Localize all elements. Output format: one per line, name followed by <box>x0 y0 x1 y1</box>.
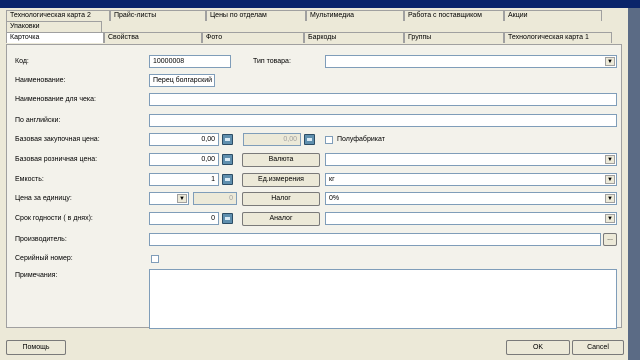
row-base-retail: Базовая розничная цена: 0,00 Валюта ▼ <box>7 153 623 167</box>
tab-photo[interactable]: Фото <box>202 32 304 43</box>
unit-select[interactable]: кг ▼ <box>325 173 617 186</box>
receipt-name-input[interactable] <box>149 93 617 106</box>
product-type-label: Тип товара: <box>253 58 291 65</box>
shelf-life-input[interactable]: 0 <box>149 212 219 225</box>
semi-product-label: Полуфабрикат <box>337 136 385 143</box>
tab-properties[interactable]: Свойства <box>104 32 202 43</box>
cancel-button[interactable]: Cancel <box>572 340 624 355</box>
unit-value: кг <box>329 176 335 183</box>
tab-barcodes[interactable]: Баркоды <box>304 32 404 43</box>
analog-select[interactable]: ▼ <box>325 212 617 225</box>
tab-row-top: Технологическая карта 2 Прайс-листы Цены… <box>6 10 602 21</box>
unit-price-select[interactable]: ▼ <box>149 192 189 205</box>
calculator-icon[interactable] <box>304 134 315 145</box>
tax-button[interactable]: Налог <box>242 192 320 206</box>
background-window <box>628 8 640 360</box>
calculator-icon[interactable] <box>222 134 233 145</box>
notes-label: Примечания: <box>15 272 58 279</box>
tab-groups[interactable]: Группы <box>404 32 504 43</box>
ok-button[interactable]: OK <box>506 340 570 355</box>
chevron-down-icon[interactable]: ▼ <box>605 194 615 203</box>
product-type-select[interactable]: ▼ <box>325 55 617 68</box>
english-name-input[interactable] <box>149 114 617 127</box>
footer-bar: Помощь OK Cancel <box>0 338 628 360</box>
currency-button[interactable]: Валюта <box>242 153 320 167</box>
card-panel: Код: 10000008 Тип товара: ▼ Наименование… <box>6 44 623 329</box>
base-purchase-label: Базовая закупочная цена: <box>15 136 100 143</box>
unit-price-label: Цена за единицу: <box>15 195 72 202</box>
product-card-dialog: Технологическая карта 2 Прайс-листы Цены… <box>0 8 628 360</box>
code-input[interactable]: 10000008 <box>149 55 231 68</box>
chevron-down-icon[interactable]: ▼ <box>605 175 615 184</box>
chevron-down-icon[interactable]: ▼ <box>605 57 615 66</box>
tax-value: 0% <box>329 195 340 202</box>
tax-select[interactable]: 0% ▼ <box>325 192 617 205</box>
row-shelf-life: Срок годности ( в днях): 0 Аналог ▼ <box>7 212 623 226</box>
serial-label: Серийный номер: <box>15 255 73 262</box>
name-input[interactable]: Перец болгарский <box>149 74 215 87</box>
name-label: Наименование: <box>15 77 66 84</box>
code-label: Код: <box>15 58 29 65</box>
tab-row-bottom: Карточка Свойства Фото Баркоды Группы Те… <box>6 32 612 43</box>
row-capacity: Емкость: 1 Ед.измерения кг ▼ <box>7 173 623 187</box>
semi-product-checkbox[interactable] <box>325 136 333 144</box>
unit-button[interactable]: Ед.измерения <box>242 173 320 187</box>
serial-checkbox[interactable] <box>151 255 159 263</box>
manufacturer-browse-button[interactable]: ... <box>603 233 617 246</box>
row-name: Наименование: Перец болгарский <box>7 74 623 88</box>
tab-card[interactable]: Карточка <box>6 32 104 43</box>
english-label: По английски: <box>15 117 61 124</box>
tab-promotions[interactable]: Акции <box>504 10 602 21</box>
base-purchase-input[interactable]: 0,00 <box>149 133 219 146</box>
row-serial: Серийный номер: <box>7 252 623 266</box>
base-purchase-alt-input: 0,00 <box>243 133 301 146</box>
base-retail-input[interactable]: 0,00 <box>149 153 219 166</box>
currency-select[interactable]: ▼ <box>325 153 617 166</box>
chevron-down-icon[interactable]: ▼ <box>605 214 615 223</box>
row-english: По английски: <box>7 114 623 128</box>
unit-price-input: 0 <box>193 192 237 205</box>
capacity-label: Емкость: <box>15 176 44 183</box>
base-retail-label: Базовая розничная цена: <box>15 156 98 163</box>
chevron-down-icon[interactable]: ▼ <box>605 155 615 164</box>
window-titlebar <box>0 0 640 8</box>
tab-tech-card-1[interactable]: Технологическая карта 1 <box>504 32 612 43</box>
row-base-purchase: Базовая закупочная цена: 0,00 0,00 Полуф… <box>7 133 623 147</box>
shelf-life-label: Срок годности ( в днях): <box>15 215 93 222</box>
tab-department-prices[interactable]: Цены по отделам <box>206 10 306 21</box>
help-button[interactable]: Помощь <box>6 340 66 355</box>
analog-button[interactable]: Аналог <box>242 212 320 226</box>
tab-packaging[interactable]: Упаковки <box>6 21 102 32</box>
manufacturer-input[interactable] <box>149 233 601 246</box>
receipt-name-label: Наименование для чека: <box>15 96 96 103</box>
notes-textarea[interactable] <box>149 269 617 329</box>
row-receipt-name: Наименование для чека: <box>7 93 623 107</box>
row-notes: Примечания: <box>7 269 623 329</box>
row-unit-price: Цена за единицу: ▼ 0 Налог 0% ▼ <box>7 192 623 206</box>
tab-price-lists[interactable]: Прайс-листы <box>110 10 206 21</box>
calculator-icon[interactable] <box>222 213 233 224</box>
tab-tech-card-2[interactable]: Технологическая карта 2 <box>6 10 110 21</box>
calculator-icon[interactable] <box>222 174 233 185</box>
row-code: Код: 10000008 Тип товара: ▼ <box>7 55 623 69</box>
capacity-input[interactable]: 1 <box>149 173 219 186</box>
calculator-icon[interactable] <box>222 154 233 165</box>
tab-row-middle: Упаковки <box>6 21 102 32</box>
tab-multimedia[interactable]: Мультимедиа <box>306 10 404 21</box>
manufacturer-label: Производитель: <box>15 236 67 243</box>
tab-supplier-work[interactable]: Работа с поставщиком <box>404 10 504 21</box>
chevron-down-icon[interactable]: ▼ <box>177 194 187 203</box>
row-manufacturer: Производитель: ... <box>7 233 623 247</box>
